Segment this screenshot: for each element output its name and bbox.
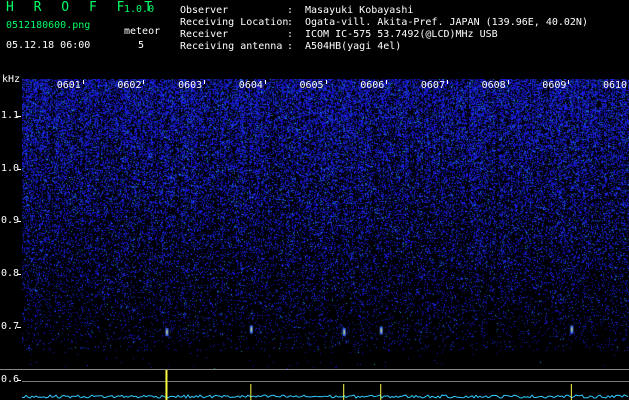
- location-value: Ogata-vill. Akita-Pref. JAPAN (139.96E, …: [305, 17, 588, 28]
- x-tick-label: 0607: [420, 80, 445, 91]
- meteor-count-label: meteor: [124, 26, 161, 37]
- x-tick-mark: [143, 80, 145, 84]
- x-tick-mark: [82, 80, 84, 84]
- x-tick-mark: [264, 80, 266, 84]
- meteor-count-value: 5: [138, 40, 145, 51]
- app-version: 1.0.0: [124, 4, 155, 15]
- y-tick-mark: [17, 115, 21, 117]
- x-tick-mark: [507, 80, 509, 84]
- y-tick-mark: [17, 221, 21, 223]
- observer-label: Observer: [180, 5, 229, 16]
- x-tick-mark: [568, 80, 570, 84]
- file-name: 0512180600.png: [6, 20, 91, 31]
- observer-sep: :: [287, 5, 294, 16]
- receiver-sep: :: [287, 29, 294, 40]
- observer-value: Masayuki Kobayashi: [305, 5, 414, 16]
- x-tick-mark: [386, 80, 388, 84]
- x-tick-label: 0608: [481, 80, 506, 91]
- receiver-value: ICOM IC-575 53.7492(@LCD)MHz USB: [305, 29, 498, 40]
- y-tick-mark: [17, 274, 21, 276]
- y-tick-mark: [17, 379, 21, 381]
- y-tick-mark: [17, 168, 21, 170]
- hrofft-window: H R O F F T 1.0.0 0512180600.png 05.12.1…: [0, 0, 629, 400]
- x-tick-mark: [325, 80, 327, 84]
- x-tick-mark: [446, 80, 448, 84]
- x-tick-label: 0602: [117, 80, 142, 91]
- x-tick-mark: [204, 80, 206, 84]
- observation-datetime: 05.12.18 06:00: [6, 40, 91, 51]
- antenna-sep: :: [287, 41, 294, 52]
- x-tick-label: 0610: [603, 80, 628, 91]
- x-tick-label: 0605: [299, 80, 324, 91]
- signal-meter-panel: [22, 370, 629, 400]
- antenna-value: A504HB(yagi 4el): [305, 41, 402, 52]
- antenna-label: Receiving antenna: [180, 41, 283, 52]
- x-tick-label: 0609: [542, 80, 567, 91]
- y-axis-unit: kHz: [2, 74, 21, 85]
- signal-meter-svg: [22, 370, 629, 400]
- meter-trace: [22, 394, 629, 399]
- receiver-label: Receiver: [180, 29, 229, 40]
- x-tick-label: 0603: [178, 80, 203, 91]
- x-tick-label: 0604: [238, 80, 263, 91]
- location-sep: :: [287, 17, 294, 28]
- y-tick-mark: [17, 326, 21, 328]
- x-tick-label: 0606: [360, 80, 385, 91]
- location-label: Receiving Location: [180, 17, 289, 28]
- x-tick-label: 0601: [56, 80, 81, 91]
- spectrogram-canvas: [22, 79, 629, 369]
- spectrogram-panel: [22, 79, 629, 369]
